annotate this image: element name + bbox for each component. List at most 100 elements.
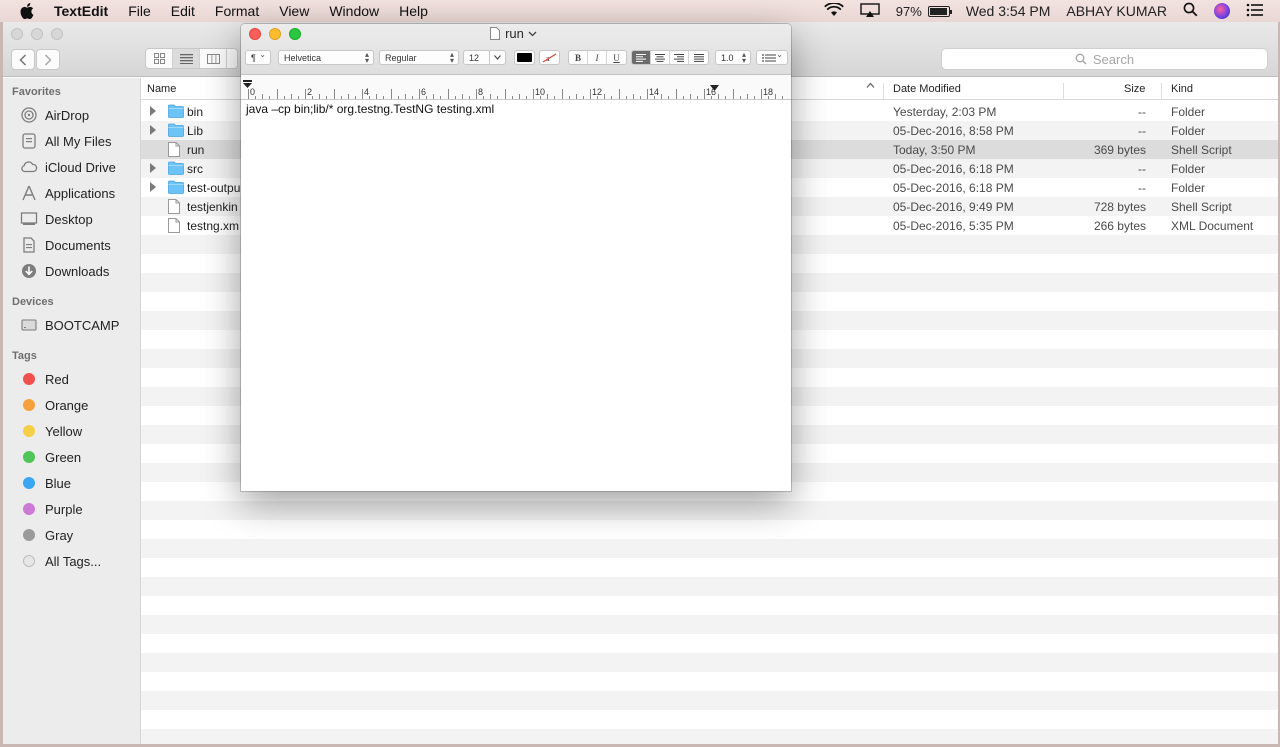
- ruler-label: 10: [535, 87, 546, 97]
- sidebar-item-label: Blue: [45, 475, 72, 491]
- sidebar-tag-purple[interactable]: Purple: [20, 498, 83, 520]
- battery-percent[interactable]: 97%: [896, 4, 922, 19]
- file-date-modified: Yesterday, 2:03 PM: [893, 105, 997, 119]
- icon-view-button[interactable]: [146, 49, 173, 68]
- align-center-button[interactable]: [651, 51, 670, 64]
- forward-button[interactable]: [36, 49, 60, 70]
- sidebar-tag-green[interactable]: Green: [20, 446, 81, 468]
- left-indent-marker-icon[interactable]: [243, 77, 252, 92]
- empty-row: [141, 577, 1278, 596]
- justify-button[interactable]: [689, 51, 708, 64]
- menu-app-name[interactable]: TextEdit: [54, 3, 108, 19]
- align-left-button[interactable]: [632, 51, 651, 64]
- align-left-icon: [636, 53, 646, 62]
- user-name[interactable]: ABHAY KUMAR: [1066, 3, 1167, 19]
- desktop-icon: [20, 211, 38, 227]
- highlight-color-well[interactable]: a: [539, 50, 560, 65]
- column-header-kind[interactable]: Kind: [1171, 83, 1193, 95]
- clock[interactable]: Wed 3:54 PM: [966, 3, 1051, 19]
- disclosure-triangle-icon[interactable]: [150, 163, 156, 173]
- sidebar-tag-red[interactable]: Red: [20, 368, 69, 390]
- bold-button[interactable]: B: [569, 51, 588, 64]
- back-button[interactable]: [11, 49, 35, 70]
- font-style-popup[interactable]: Regular ▴ ▾: [379, 50, 459, 65]
- sidebar-all-tags[interactable]: All Tags...: [20, 550, 101, 572]
- sidebar-item-icloud-drive[interactable]: iCloud Drive: [20, 156, 116, 178]
- ruler-tick: [704, 89, 705, 99]
- file-size: 266 bytes: [1093, 219, 1146, 233]
- text-color-well[interactable]: [514, 50, 535, 65]
- sidebar-item-label: Applications: [45, 185, 116, 201]
- align-right-button[interactable]: [670, 51, 689, 64]
- sort-chevron-up-icon[interactable]: [866, 81, 875, 93]
- finder-close-button[interactable]: [11, 28, 23, 40]
- wifi-icon[interactable]: [823, 1, 844, 20]
- ruler-tick: [625, 96, 627, 99]
- ruler-tick: [525, 96, 527, 99]
- battery-icon[interactable]: [927, 5, 952, 17]
- sidebar-item-label: Downloads: [45, 263, 110, 279]
- siri-icon[interactable]: [1214, 3, 1230, 19]
- chevron-down-icon[interactable]: [489, 51, 505, 64]
- line-spacing-popup[interactable]: 1.0 ▴ ▾: [715, 50, 751, 65]
- menu-help[interactable]: Help: [399, 3, 428, 19]
- column-view-button[interactable]: [200, 49, 227, 68]
- folder-icon: [168, 180, 184, 197]
- sidebar-item-airdrop[interactable]: AirDrop: [20, 104, 89, 126]
- empty-row: [141, 634, 1278, 653]
- empty-row: [141, 691, 1278, 710]
- document-title[interactable]: run: [241, 26, 791, 41]
- sidebar-item-bootcamp[interactable]: BOOTCAMP: [20, 314, 119, 336]
- disclosure-triangle-icon[interactable]: [150, 182, 156, 192]
- menu-format[interactable]: Format: [215, 3, 259, 19]
- favorites-heading: Favorites: [12, 86, 61, 98]
- ruler-tick: [340, 96, 342, 99]
- ruler-tick: [426, 96, 428, 99]
- right-indent-marker-icon[interactable]: [710, 79, 719, 94]
- menu-file[interactable]: File: [128, 3, 151, 19]
- column-header-size[interactable]: Size: [1124, 83, 1145, 95]
- disclosure-triangle-icon[interactable]: [150, 125, 156, 135]
- sidebar-item-documents[interactable]: Documents: [20, 234, 111, 256]
- finder-zoom-button[interactable]: [51, 28, 63, 40]
- sidebar-item-applications[interactable]: Applications: [20, 182, 115, 204]
- gallery-view-button[interactable]: [227, 49, 237, 68]
- italic-button[interactable]: I: [588, 51, 607, 64]
- menu-edit[interactable]: Edit: [171, 3, 195, 19]
- sidebar-tag-orange[interactable]: Orange: [20, 394, 88, 416]
- list-bullets-popup[interactable]: ⌄: [756, 50, 788, 65]
- column-header-name[interactable]: Name: [147, 83, 176, 95]
- folder-icon: [168, 161, 184, 178]
- sidebar-tag-yellow[interactable]: Yellow: [20, 420, 82, 442]
- menu-view[interactable]: View: [279, 3, 309, 19]
- file-name: testjenkin: [187, 200, 238, 214]
- ruler-tick: [255, 96, 257, 99]
- finder-minimize-button[interactable]: [31, 28, 43, 40]
- font-size-combobox[interactable]: 12: [463, 50, 506, 65]
- text-style-group: B I U: [568, 50, 627, 65]
- apple-icon[interactable]: [20, 3, 36, 19]
- paragraph-style-popup[interactable]: ¶ ⌄: [245, 50, 271, 65]
- list-view-button[interactable]: [173, 49, 200, 68]
- file-kind: Folder: [1171, 105, 1206, 119]
- sidebar-item-downloads[interactable]: Downloads: [20, 260, 109, 282]
- disclosure-triangle-icon[interactable]: [150, 106, 156, 116]
- search-icon[interactable]: [1183, 2, 1198, 20]
- sidebar-item-desktop[interactable]: Desktop: [20, 208, 93, 230]
- ruler-tick: [661, 94, 663, 99]
- sidebar-tag-blue[interactable]: Blue: [20, 472, 71, 494]
- font-family-popup[interactable]: Helvetica ▴ ▾: [278, 50, 374, 65]
- sidebar-tag-gray[interactable]: Gray: [20, 524, 73, 546]
- column-header-date[interactable]: Date Modified: [893, 83, 961, 95]
- ruler-tick: [682, 96, 684, 99]
- sidebar-item-all-my-files[interactable]: All My Files: [20, 130, 111, 152]
- ruler-tick: [554, 96, 556, 99]
- airplay-icon[interactable]: [860, 2, 880, 20]
- menu-window[interactable]: Window: [329, 3, 379, 19]
- notification-list-icon[interactable]: [1246, 3, 1264, 20]
- document-text-area[interactable]: java –cp bin;lib/* org.testng.TestNG tes…: [246, 102, 494, 116]
- finder-search-field[interactable]: Search: [941, 48, 1268, 70]
- ruler[interactable]: 0 2 4 6 8 10 12 14 16 18: [241, 75, 791, 100]
- underline-button[interactable]: U: [607, 51, 626, 64]
- text-color-swatch: [517, 53, 532, 62]
